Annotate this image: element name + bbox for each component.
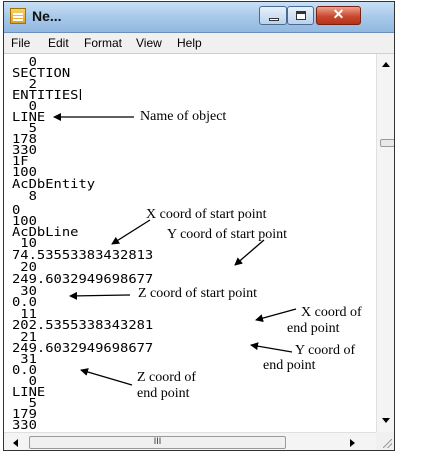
horizontal-scroll-thumb[interactable]: III [29, 436, 286, 449]
menu-help[interactable]: Help [177, 36, 202, 50]
title-bar[interactable]: Ne... ✕ [4, 2, 394, 33]
annotation-x-end-line1: X coord of [301, 305, 362, 320]
horizontal-scrollbar[interactable]: III [4, 432, 376, 450]
annotation-x-end-line2: end point [287, 321, 340, 336]
close-icon: ✕ [332, 6, 345, 22]
menu-format[interactable]: Format [84, 36, 122, 50]
annotation-y-end-line1: Y coord of [295, 343, 356, 358]
menu-file[interactable]: File [11, 36, 30, 50]
menu-edit[interactable]: Edit [48, 36, 69, 50]
menu-bar: File Edit Format View Help [4, 33, 394, 54]
window-title: Ne... [32, 8, 62, 24]
text-cursor [79, 89, 81, 100]
scroll-left-arrow-icon[interactable] [13, 439, 18, 447]
minimize-button[interactable] [259, 6, 287, 25]
annotation-z-end-line2: end point [137, 386, 190, 401]
scroll-down-arrow-icon[interactable] [382, 418, 390, 423]
vertical-scrollbar[interactable] [376, 54, 394, 432]
annotation-y-start: Y coord of start point [167, 227, 288, 242]
notepad-app-icon [10, 8, 26, 24]
text-line: 330 [12, 418, 37, 432]
annotation-y-end-line2: end point [263, 358, 316, 373]
text-line: 8 [12, 189, 37, 203]
menu-view[interactable]: View [136, 36, 162, 50]
close-button[interactable]: ✕ [316, 6, 361, 25]
vertical-scroll-thumb[interactable] [380, 139, 394, 147]
scroll-right-arrow-icon[interactable] [350, 439, 355, 447]
annotation-z-start: Z coord of start point [138, 286, 257, 301]
annotation-z-end-line1: Z coord of [137, 370, 197, 385]
annotation-name-of-object: Name of object [140, 109, 227, 124]
notepad-window: Ne... ✕ File Edit Format View Help 0 SEC… [3, 1, 395, 451]
scroll-up-arrow-icon[interactable] [382, 62, 390, 67]
annotation-x-start: X coord of start point [146, 207, 267, 222]
resize-grip-icon[interactable] [376, 432, 394, 450]
maximize-button[interactable] [287, 6, 314, 25]
